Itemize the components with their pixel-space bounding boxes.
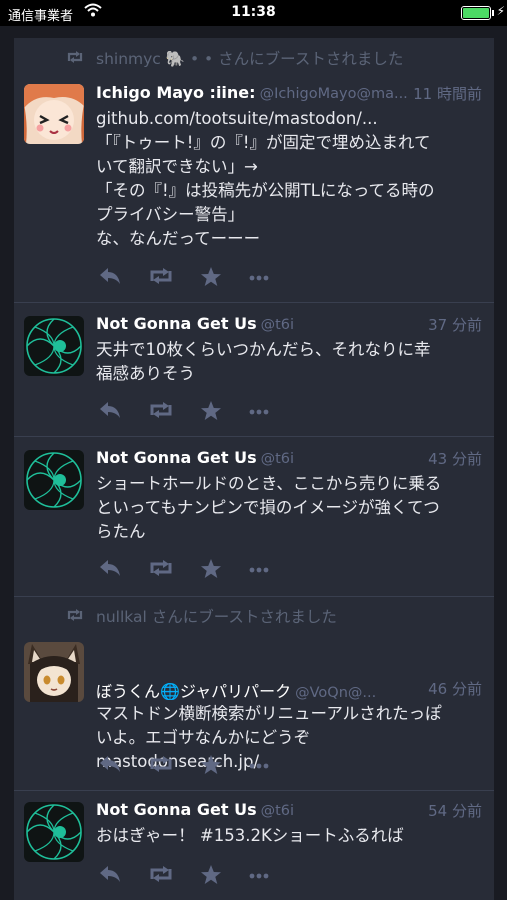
reply-icon[interactable] — [98, 400, 124, 422]
account-handle: @IchigoMayo@ma... — [259, 86, 408, 102]
account-handle: @t6i — [260, 317, 295, 333]
content-line: 「その『!』は投稿先が公開TLになってる時の — [96, 181, 435, 200]
content-line: な、なんだってーーー — [96, 229, 261, 248]
avatar[interactable] — [24, 316, 84, 376]
boost-label: nullkal さんにブーストされました — [96, 608, 337, 626]
action-bar — [98, 864, 278, 888]
account-handle: @t6i — [260, 803, 295, 819]
boost-icon[interactable] — [148, 558, 174, 580]
timeline[interactable]: shinmyc 🐘 • • さんにブーストされました Ichigo Mayo :… — [14, 38, 494, 900]
charging-bolt-icon: ⚡ — [496, 4, 505, 18]
status-item[interactable]: Not Gonna Get Us @t6i 37 分前 天井で10枚くらいつかんだ… — [14, 302, 494, 437]
status-content: おはぎゃー！ #153.2Kショートふるれば — [96, 824, 486, 848]
boost-icon[interactable] — [148, 266, 174, 288]
display-name[interactable]: Not Gonna Get Us — [96, 314, 257, 333]
content-line: いて翻訳できない」→ — [96, 157, 258, 176]
status-item[interactable]: Not Gonna Get Us @t6i 43 分前 ショートホールドのとき、こ… — [14, 436, 494, 597]
favourite-icon[interactable] — [200, 864, 226, 886]
battery-icon — [461, 6, 495, 20]
content-line: といってもナンピンで損のイメージが強くてつ — [96, 498, 440, 517]
content-line: おはぎゃー！ #153.2Kショートふるれば — [96, 826, 404, 845]
reply-icon[interactable] — [98, 754, 124, 776]
boost-icon — [67, 609, 83, 621]
avatar[interactable] — [24, 802, 84, 862]
favourite-icon[interactable] — [200, 558, 226, 580]
boost-icon — [67, 51, 83, 63]
content-line: ショートホールドのとき、ここから売りに乗る — [96, 474, 442, 493]
account-handle: @t6i — [260, 451, 295, 467]
boost-icon[interactable] — [148, 864, 174, 886]
content-line: プライバシー警告」 — [96, 205, 245, 224]
reply-icon[interactable] — [98, 864, 124, 886]
content-line: 福感ありそう — [96, 364, 195, 383]
content-line: らたん — [96, 522, 146, 541]
display-name[interactable]: Ichigo Mayo :iine: — [96, 83, 256, 102]
relative-time[interactable]: 46 分前 — [422, 678, 482, 699]
action-bar — [98, 558, 278, 582]
status-content: github.com/tootsuite/mastodon/... 「『トゥート… — [96, 107, 486, 251]
relative-time[interactable]: 11 時間前 — [407, 83, 482, 104]
action-bar — [98, 266, 278, 290]
relative-time[interactable]: 43 分前 — [422, 448, 482, 469]
action-bar — [98, 400, 278, 424]
status-content: 天井で10枚くらいつかんだら、それなりに幸 福感ありそう — [96, 338, 486, 386]
avatar[interactable] — [24, 450, 84, 510]
content-line: 天井で10枚くらいつかんだら、それなりに幸 — [96, 340, 431, 359]
account-handle: @VoQn@... — [295, 685, 377, 700]
favourite-icon[interactable] — [200, 266, 226, 288]
clock: 11:38 — [231, 4, 276, 20]
reply-icon[interactable] — [98, 266, 124, 288]
more-icon[interactable] — [248, 558, 274, 580]
more-icon[interactable] — [248, 400, 274, 422]
status-item[interactable]: shinmyc 🐘 • • さんにブーストされました Ichigo Mayo :… — [14, 38, 494, 303]
favourite-icon[interactable] — [200, 754, 226, 776]
display-name[interactable]: ぼうくん🌐ジャパリパーク — [96, 682, 291, 700]
content-line[interactable]: github.com/tootsuite/mastodon/... — [96, 107, 486, 131]
more-icon[interactable] — [248, 754, 274, 776]
avatar[interactable] — [24, 84, 84, 144]
favourite-icon[interactable] — [200, 400, 226, 422]
more-icon[interactable] — [248, 266, 274, 288]
action-bar — [98, 754, 278, 778]
boost-icon[interactable] — [148, 400, 174, 422]
status-item[interactable]: Not Gonna Get Us @t6i 54 分前 おはぎゃー！ #153.2… — [14, 790, 494, 900]
display-name[interactable]: Not Gonna Get Us — [96, 448, 257, 467]
display-name[interactable]: Not Gonna Get Us — [96, 800, 257, 819]
status-content: ショートホールドのとき、ここから売りに乗る といってもナンピンで損のイメージが強… — [96, 472, 486, 544]
status-item[interactable]: nullkal さんにブーストされました ぼうくん🌐ジャパリパーク @VoQn@.… — [14, 596, 494, 791]
avatar[interactable] — [24, 642, 84, 702]
boost-label: shinmyc 🐘 • • さんにブーストされました — [96, 50, 404, 68]
boost-icon[interactable] — [148, 754, 174, 776]
more-icon[interactable] — [248, 864, 274, 886]
content-line: 「『トゥート!』の『!』が固定で埋め込まれて — [96, 133, 431, 152]
reply-icon[interactable] — [98, 558, 124, 580]
status-bar: 通信事業者 11:38 ⚡ — [0, 0, 507, 26]
relative-time[interactable]: 37 分前 — [422, 314, 482, 335]
content-line: マストドン横断検索がリニューアルされたっぽ — [96, 704, 442, 723]
content-line: いよ。エゴサなんかにどうぞ — [96, 728, 311, 747]
relative-time[interactable]: 54 分前 — [422, 800, 482, 821]
